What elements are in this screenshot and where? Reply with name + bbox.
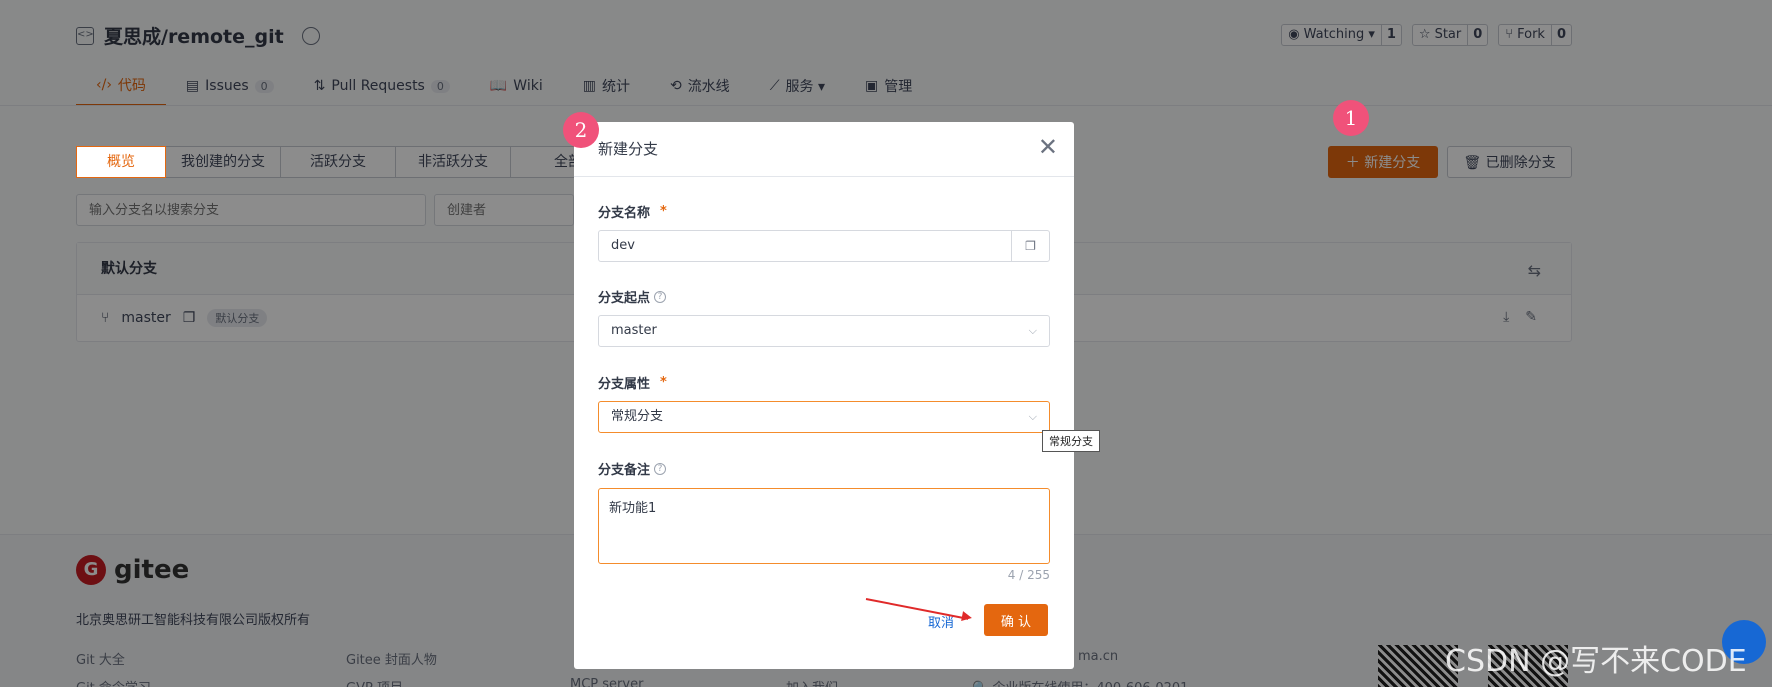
name-label-row: 分支名称 * [598, 202, 667, 221]
help-icon[interactable]: ? [654, 290, 667, 303]
new-branch-dialog: 新建分支 ✕ 分支名称 * dev ❐ 分支起点? master ⌵ 分支属性 * … [574, 122, 1074, 669]
tooltip: 常规分支 [1042, 430, 1100, 452]
page: <> 夏思成/remote_git ◉ Watching ▾ 1 ☆ Star 0 … [0, 0, 1772, 687]
attr-label: 分支属性 [598, 377, 651, 392]
source-label: 分支起点 [598, 291, 651, 306]
required-icon: * [660, 204, 667, 219]
char-counter: 4 / 255 [1007, 568, 1050, 582]
annotation-marker-2: 2 [563, 112, 599, 148]
close-icon[interactable]: ✕ [1038, 122, 1058, 172]
note-label: 分支备注 [598, 463, 651, 478]
copy-icon[interactable]: ❐ [1011, 231, 1049, 261]
note-label-row: 分支备注? [598, 459, 667, 478]
dialog-title: 新建分支 [598, 140, 659, 158]
required-icon: * [660, 375, 667, 390]
name-label: 分支名称 [598, 206, 651, 221]
source-label-row: 分支起点? [598, 287, 667, 306]
confirm-button[interactable]: 确 认 [984, 604, 1048, 636]
filter-overview[interactable]: 概览 [76, 146, 166, 178]
annotation-marker-1: 1 [1333, 100, 1369, 136]
chevron-down-icon: ⌵ [1028, 410, 1037, 423]
branch-note-textarea[interactable]: 新功能1 [598, 488, 1050, 564]
branch-source-value: master [611, 323, 657, 338]
branch-attr-select[interactable]: 常规分支 ⌵ [598, 401, 1050, 433]
chevron-down-icon: ⌵ [1028, 324, 1037, 337]
help-icon[interactable]: ? [654, 462, 667, 475]
annotation-arrow-head [961, 611, 973, 623]
branch-name-value: dev [611, 238, 635, 253]
attr-label-row: 分支属性 * [598, 373, 667, 392]
watermark: CSDN @写不来CODE [1445, 644, 1747, 679]
branch-name-input[interactable]: dev ❐ [598, 230, 1050, 262]
branch-source-select[interactable]: master ⌵ [598, 315, 1050, 347]
dialog-header: 新建分支 ✕ [574, 122, 1074, 177]
branch-attr-value: 常规分支 [611, 409, 664, 424]
